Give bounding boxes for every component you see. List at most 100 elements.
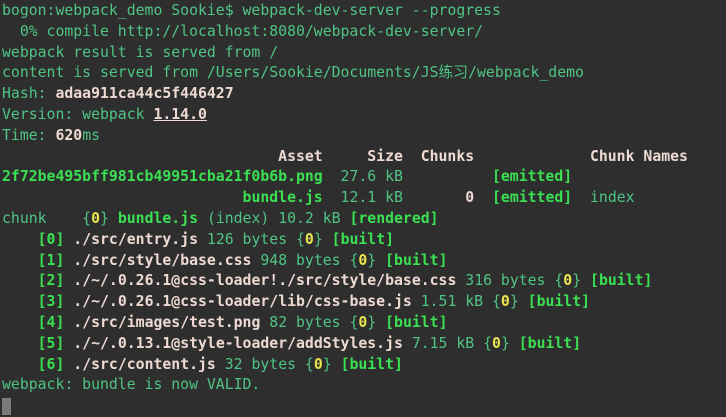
text-segment: 32 bytes { (216, 356, 314, 373)
text-segment: } (501, 335, 519, 352)
terminal-cursor (2, 398, 11, 415)
text-segment: 0 (492, 335, 501, 352)
text-segment: [built] (519, 335, 581, 352)
terminal-line: [2] ./~/.0.26.1@css-loader!./src/style/b… (2, 271, 726, 292)
text-segment (64, 293, 73, 310)
text-segment: content is served from /Users/Sookie/Doc… (2, 64, 584, 81)
text-segment (64, 356, 73, 373)
text-segment: [3] (38, 293, 65, 310)
text-segment: [6] (38, 356, 65, 373)
text-segment (474, 189, 492, 206)
text-segment: 126 bytes { (198, 231, 305, 248)
terminal-line: bundle.js 12.1 kB 0 [emitted] index (2, 188, 726, 209)
text-segment: } (314, 231, 332, 248)
text-segment: 0 (563, 272, 572, 289)
text-segment: } (510, 293, 528, 310)
terminal-line: Asset Size Chunks Chunk Names (2, 147, 726, 168)
text-segment: 1.51 kB { (412, 293, 501, 310)
text-segment: (index) 10.2 kB (198, 210, 349, 227)
text-segment (2, 252, 38, 269)
text-segment: adaa911ca44c5f446427 (55, 85, 233, 102)
text-segment: 316 bytes { (456, 272, 563, 289)
text-segment (64, 272, 73, 289)
text-segment: 0 (314, 356, 323, 373)
text-segment: ./~/.0.13.1@style-loader/addStyles.js (73, 335, 403, 352)
text-segment: 0 (501, 293, 510, 310)
text-segment: [rendered] (349, 210, 438, 227)
text-segment: [2] (38, 272, 65, 289)
text-segment (2, 314, 38, 331)
terminal-line: 2f72be495bff981cb49951cba21f0b6b.png 27.… (2, 167, 726, 188)
text-segment: 0 (91, 210, 100, 227)
terminal-line: Time: 620ms (2, 126, 726, 147)
text-segment: [built] (332, 231, 394, 248)
text-segment: [built] (590, 272, 652, 289)
text-segment: ./~/.0.26.1@css-loader/lib/css-base.js (73, 293, 412, 310)
terminal-output: bogon:webpack_demo Sookie$ webpack-dev-s… (0, 0, 726, 417)
text-segment (2, 272, 38, 289)
text-segment: Version: webpack (2, 106, 153, 123)
text-segment: } (572, 272, 590, 289)
text-segment: [built] (385, 314, 447, 331)
text-segment: 7.15 kB { (403, 335, 492, 352)
terminal-line: webpack result is served from / (2, 43, 726, 64)
text-segment (64, 314, 73, 331)
text-segment (64, 231, 73, 248)
terminal-line: [4] ./src/images/test.png 82 bytes {0} [… (2, 313, 726, 334)
text-segment: } (323, 356, 341, 373)
text-segment: Hash: (2, 85, 55, 102)
text-segment: 948 bytes { (251, 252, 358, 269)
text-segment: 0% compile http://localhost:8080/webpack… (2, 23, 483, 40)
text-segment: chunk { (2, 210, 91, 227)
text-segment: 82 bytes { (260, 314, 358, 331)
text-segment: ./~/.0.26.1@css-loader!./src/style/base.… (73, 272, 456, 289)
text-segment: bundle.js (243, 189, 323, 206)
text-segment (2, 335, 38, 352)
text-segment: ./src/images/test.png (73, 314, 260, 331)
terminal-line: webpack: bundle is now VALID. (2, 375, 726, 396)
terminal-line: Hash: adaa911ca44c5f446427 (2, 84, 726, 105)
text-segment: [1] (38, 252, 65, 269)
text-segment: 1.14.0 (153, 106, 206, 123)
text-segment: webpack result is served from / (2, 44, 278, 61)
terminal-line: 0% compile http://localhost:8080/webpack… (2, 22, 726, 43)
text-segment: 0 (305, 231, 314, 248)
text-segment: [0] (38, 231, 65, 248)
terminal-line: [0] ./src/entry.js 126 bytes {0} [built] (2, 230, 726, 251)
text-segment: } (367, 252, 385, 269)
text-segment: Asset Size Chunks Chunk Names (2, 148, 688, 165)
text-segment: bundle.js (118, 210, 198, 227)
text-segment (2, 293, 38, 310)
text-segment: [built] (341, 356, 403, 373)
text-segment: bogon:webpack_demo Sookie$ webpack-dev-s… (2, 2, 501, 19)
text-segment: Time: (2, 127, 55, 144)
text-segment: [emitted] (492, 189, 572, 206)
text-segment: ./src/content.js (73, 356, 216, 373)
terminal-window[interactable]: bogon:webpack_demo Sookie$ webpack-dev-s… (0, 0, 726, 417)
text-segment: 12.1 kB (323, 189, 466, 206)
terminal-line: content is served from /Users/Sookie/Doc… (2, 63, 726, 84)
terminal-cursor-line (2, 396, 726, 417)
text-segment: 0 (358, 252, 367, 269)
terminal-line: Version: webpack 1.14.0 (2, 105, 726, 126)
text-segment: [built] (385, 252, 447, 269)
terminal-line: [5] ./~/.0.13.1@style-loader/addStyles.j… (2, 334, 726, 355)
terminal-line: [3] ./~/.0.26.1@css-loader/lib/css-base.… (2, 292, 726, 313)
terminal-line: [6] ./src/content.js 32 bytes {0} [built… (2, 355, 726, 376)
text-segment: 0 (465, 189, 474, 206)
text-segment: 0 (358, 314, 367, 331)
text-segment: webpack: bundle is now VALID. (2, 376, 260, 393)
text-segment: [4] (38, 314, 65, 331)
text-segment: ms (82, 127, 100, 144)
text-segment: } (100, 210, 118, 227)
text-segment: ./src/entry.js (73, 231, 198, 248)
terminal-line: bogon:webpack_demo Sookie$ webpack-dev-s… (2, 1, 726, 22)
text-segment (64, 335, 73, 352)
terminal-line: chunk {0} bundle.js (index) 10.2 kB [ren… (2, 209, 726, 230)
text-segment (2, 231, 38, 248)
text-segment: 620 (55, 127, 82, 144)
text-segment: [emitted] (492, 168, 572, 185)
text-segment: 27.6 kB (323, 168, 492, 185)
text-segment: } (367, 314, 385, 331)
terminal-line: [1] ./src/style/base.css 948 bytes {0} [… (2, 251, 726, 272)
